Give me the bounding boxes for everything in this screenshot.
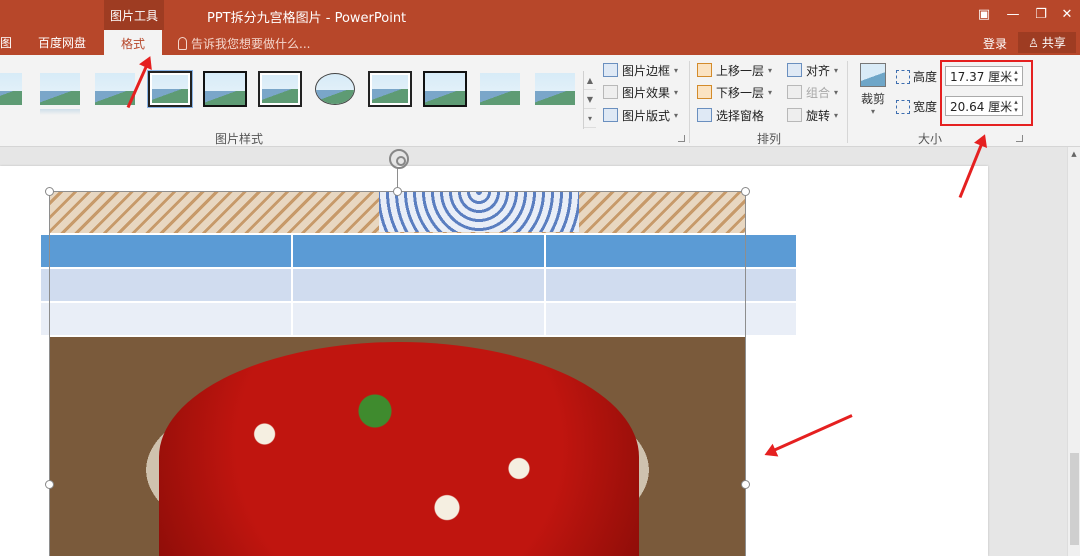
picture-style-gallery: ▲ ▼ ▾: [0, 63, 596, 129]
chevron-down-icon: ▾: [834, 110, 839, 120]
close-icon[interactable]: ✕: [1056, 4, 1078, 24]
resize-handle-top-right[interactable]: [741, 187, 750, 196]
size-launcher-icon[interactable]: [1016, 135, 1023, 142]
size-group-label: 大小: [918, 132, 943, 146]
effects-icon: [603, 85, 618, 99]
tell-me-box[interactable]: 告诉我您想要做什么...: [178, 35, 310, 52]
ribbon: ▲ ▼ ▾ 图片边框 ▾ 图片效果 ▾ 图片版式 ▾ 图片样式 上移一层 ▾ 下…: [0, 55, 1080, 147]
ribbon-tab-row: 图 百度网盘 格式 告诉我您想要做什么... 登录 ♙ 共享: [0, 30, 1080, 55]
share-button[interactable]: ♙ 共享: [1018, 32, 1076, 53]
gallery-down-icon[interactable]: ▼: [584, 90, 596, 109]
width-icon: [896, 99, 910, 114]
group-divider: [847, 61, 848, 143]
style-thumb-7[interactable]: [313, 71, 357, 107]
chevron-down-icon: ▾: [768, 87, 773, 97]
chevron-down-icon: ▾: [870, 107, 875, 116]
picture-layout-button[interactable]: 图片版式 ▾: [603, 105, 678, 125]
style-thumb-1[interactable]: [0, 71, 24, 107]
rotate-button[interactable]: 旋转 ▾: [787, 105, 838, 125]
tell-me-placeholder: 告诉我您想要做什么...: [191, 37, 311, 51]
selection-frame: [49, 191, 746, 556]
group-divider: [689, 61, 690, 143]
minimize-icon[interactable]: —: [1002, 4, 1024, 24]
style-thumb-9[interactable]: [423, 71, 467, 107]
style-thumb-8[interactable]: [368, 71, 412, 107]
group-button[interactable]: 组合 ▾: [787, 82, 838, 102]
title-bar: 图片工具 PPT拆分九宫格图片 - PowerPoint ▣ — ❐ ✕: [0, 0, 1080, 30]
gallery-more-icon[interactable]: ▾: [584, 109, 596, 128]
login-link[interactable]: 登录: [983, 35, 1007, 52]
align-button[interactable]: 对齐 ▾: [787, 60, 838, 80]
restore-icon[interactable]: ❐: [1030, 4, 1052, 24]
selection-pane-icon: [697, 108, 712, 122]
align-icon: [787, 63, 802, 77]
send-backward-label: 下移一层: [716, 85, 765, 100]
resize-handle-top[interactable]: [393, 187, 402, 196]
resize-handle-right[interactable]: [741, 480, 750, 489]
resize-handle-top-left[interactable]: [45, 187, 54, 196]
width-label-text: 宽度: [913, 100, 938, 114]
vertical-scrollbar[interactable]: ▲: [1067, 147, 1080, 556]
style-thumb-5[interactable]: [203, 71, 247, 107]
height-icon: [896, 69, 910, 84]
size-highlight-box: [940, 60, 1033, 126]
crop-icon: [860, 63, 886, 87]
style-thumb-2[interactable]: [38, 71, 82, 115]
rotate-label: 旋转: [806, 108, 831, 123]
pencil-icon: [603, 63, 618, 77]
selection-pane-button[interactable]: 选择窗格: [697, 105, 764, 125]
send-backward-icon: [697, 85, 712, 99]
chevron-down-icon: ▾: [834, 87, 839, 97]
width-label: 宽度: [896, 98, 937, 115]
selection-pane-label: 选择窗格: [716, 108, 765, 123]
align-label: 对齐: [806, 63, 831, 78]
picture-layout-label: 图片版式: [622, 108, 671, 123]
gallery-scroll[interactable]: ▲ ▼ ▾: [583, 71, 596, 129]
arrange-group-label: 排列: [757, 132, 782, 146]
bring-forward-button[interactable]: 上移一层 ▾: [697, 60, 772, 80]
scroll-up-icon[interactable]: ▲: [1069, 150, 1079, 160]
chevron-down-icon: ▾: [768, 65, 773, 75]
picture-effects-label: 图片效果: [622, 85, 671, 100]
style-thumb-10[interactable]: [478, 71, 522, 107]
crop-button[interactable]: 裁剪 ▾: [856, 61, 890, 125]
picture-border-label: 图片边框: [622, 63, 671, 78]
rotate-handle-icon[interactable]: [389, 149, 409, 169]
picture-tools-header: 图片工具: [104, 0, 164, 30]
picture-styles-launcher-icon[interactable]: [678, 135, 685, 142]
tab-format[interactable]: 格式: [104, 30, 162, 55]
group-label: 组合: [806, 85, 831, 100]
style-thumb-11[interactable]: [533, 71, 577, 107]
resize-handle-left[interactable]: [45, 480, 54, 489]
crop-label: 裁剪: [860, 92, 885, 106]
window-title: PPT拆分九宫格图片 - PowerPoint: [207, 11, 407, 26]
tab-partial[interactable]: 图: [0, 30, 14, 55]
person-icon: ♙: [1028, 35, 1039, 50]
lightbulb-icon: [178, 37, 187, 50]
tab-baidu-netdisk[interactable]: 百度网盘: [38, 30, 90, 55]
chevron-down-icon: ▾: [674, 87, 679, 97]
chevron-down-icon: ▾: [834, 65, 839, 75]
picture-border-button[interactable]: 图片边框 ▾: [603, 60, 678, 80]
send-backward-button[interactable]: 下移一层 ▾: [697, 82, 772, 102]
group-icon: [787, 85, 802, 99]
height-label: 高度: [896, 68, 937, 85]
picture-effects-button[interactable]: 图片效果 ▾: [603, 82, 678, 102]
style-thumb-4[interactable]: [147, 70, 193, 108]
style-thumb-6[interactable]: [258, 71, 302, 107]
chevron-down-icon: ▾: [674, 110, 679, 120]
scroll-thumb[interactable]: [1070, 453, 1079, 545]
rotate-icon: [787, 108, 802, 122]
chevron-down-icon: ▾: [674, 65, 679, 75]
bring-forward-label: 上移一层: [716, 63, 765, 78]
bring-forward-icon: [697, 63, 712, 77]
layout-icon: [603, 108, 618, 122]
share-label: 共享: [1041, 36, 1066, 50]
picture-styles-group-label: 图片样式: [215, 132, 264, 146]
ribbon-display-options-icon[interactable]: ▣: [973, 4, 995, 24]
gallery-up-icon[interactable]: ▲: [584, 71, 596, 90]
height-label-text: 高度: [913, 70, 938, 84]
